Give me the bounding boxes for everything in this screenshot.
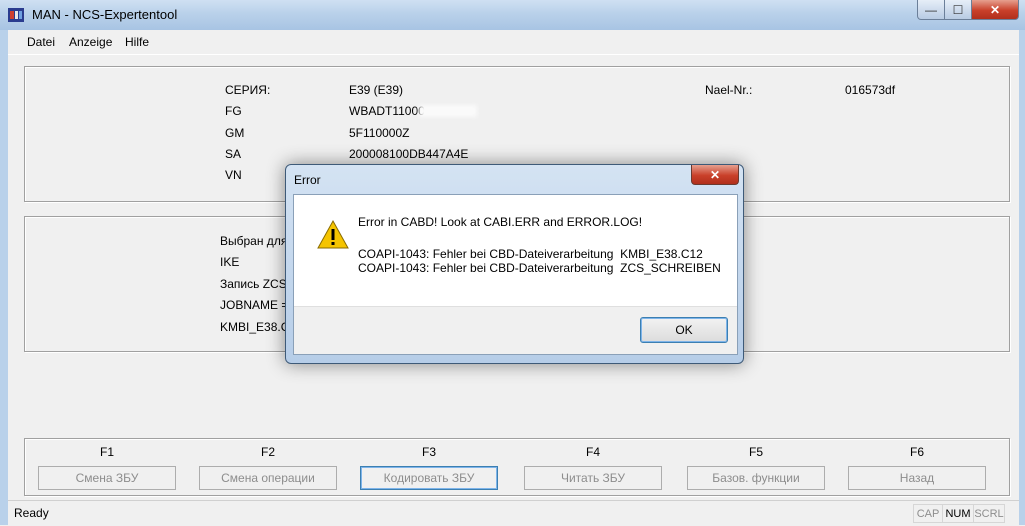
dialog-close-button[interactable]: ✕: [691, 165, 739, 185]
f5-label: F5: [748, 445, 763, 459]
sa-value: 200008100DB447A4E: [349, 147, 469, 161]
back-button[interactable]: Назад: [848, 466, 986, 490]
gm-value: 5F110000Z: [349, 126, 410, 140]
change-ecu-button[interactable]: Смена ЗБУ: [38, 466, 176, 490]
error-dialog: Error ✕ Error in CABD! Look at CABI.ERR …: [285, 164, 744, 364]
error-detail-1: COAPI-1043: Fehler bei CBD-Dateiverarbei…: [358, 247, 703, 261]
read-ecu-button[interactable]: Читать ЗБУ: [524, 466, 662, 490]
f6-label: F6: [909, 445, 924, 459]
change-operation-button[interactable]: Смена операции: [199, 466, 337, 490]
minimize-button[interactable]: —: [917, 0, 945, 20]
status-bar: Ready CAP NUM SCRL: [8, 500, 1019, 526]
function-key-panel: F1 F2 F3 F4 F5 F6 Смена ЗБУ Смена операц…: [24, 438, 1010, 496]
dialog-footer: OK: [294, 306, 737, 354]
fg-label: FG: [225, 104, 242, 118]
nael-value: 016573df: [845, 83, 896, 97]
menu-bar: Datei Anzeige Hilfe: [8, 30, 1019, 55]
ok-button[interactable]: OK: [640, 317, 728, 343]
nael-label: Nael-Nr.:: [705, 83, 753, 97]
fg-value: WBADT11000: [349, 104, 425, 118]
scrl-indicator: SCRL: [973, 504, 1005, 523]
window-frame-right: [1019, 30, 1025, 525]
series-label: СЕРИЯ:: [225, 83, 271, 97]
basic-functions-button[interactable]: Базов. функции: [687, 466, 825, 490]
menu-anzeige[interactable]: Anzeige: [69, 35, 112, 49]
f3-label: F3: [421, 445, 436, 459]
job-line-3: Запись ZCS: [220, 277, 287, 291]
f2-label: F2: [260, 445, 275, 459]
window-title: MAN - NCS-Expertentool: [32, 7, 178, 22]
gm-label: GM: [225, 126, 245, 140]
app-icon: [8, 8, 24, 22]
num-indicator: NUM: [942, 504, 974, 523]
menu-hilfe[interactable]: Hilfe: [125, 35, 149, 49]
close-button[interactable]: ✕: [971, 0, 1019, 20]
dialog-body: Error in CABD! Look at CABI.ERR and ERRO…: [293, 194, 738, 355]
warning-icon: [317, 219, 349, 249]
status-text: Ready: [14, 506, 49, 520]
vn-label: VN: [225, 168, 242, 182]
series-value: E39 (E39): [349, 83, 404, 97]
job-line-1: Выбран для: [220, 234, 288, 248]
title-bar: MAN - NCS-Expertentool — ☐ ✕: [0, 0, 1025, 30]
f4-label: F4: [585, 445, 600, 459]
error-detail-2: COAPI-1043: Fehler bei CBD-Dateiverarbei…: [358, 261, 721, 275]
maximize-button[interactable]: ☐: [944, 0, 972, 20]
sa-label: SA: [225, 147, 242, 161]
dialog-title: Error: [294, 173, 321, 187]
redacted-vin: [419, 105, 477, 117]
code-ecu-button[interactable]: Кодировать ЗБУ: [360, 466, 498, 490]
f1-label: F1: [99, 445, 114, 459]
error-message: Error in CABD! Look at CABI.ERR and ERRO…: [358, 215, 643, 229]
menu-datei[interactable]: Datei: [27, 35, 55, 49]
job-line-2: IKE: [220, 255, 240, 269]
window-frame-left: [0, 30, 8, 525]
cap-indicator: CAP: [913, 504, 943, 523]
job-line-4: JOBNAME =: [220, 298, 289, 312]
